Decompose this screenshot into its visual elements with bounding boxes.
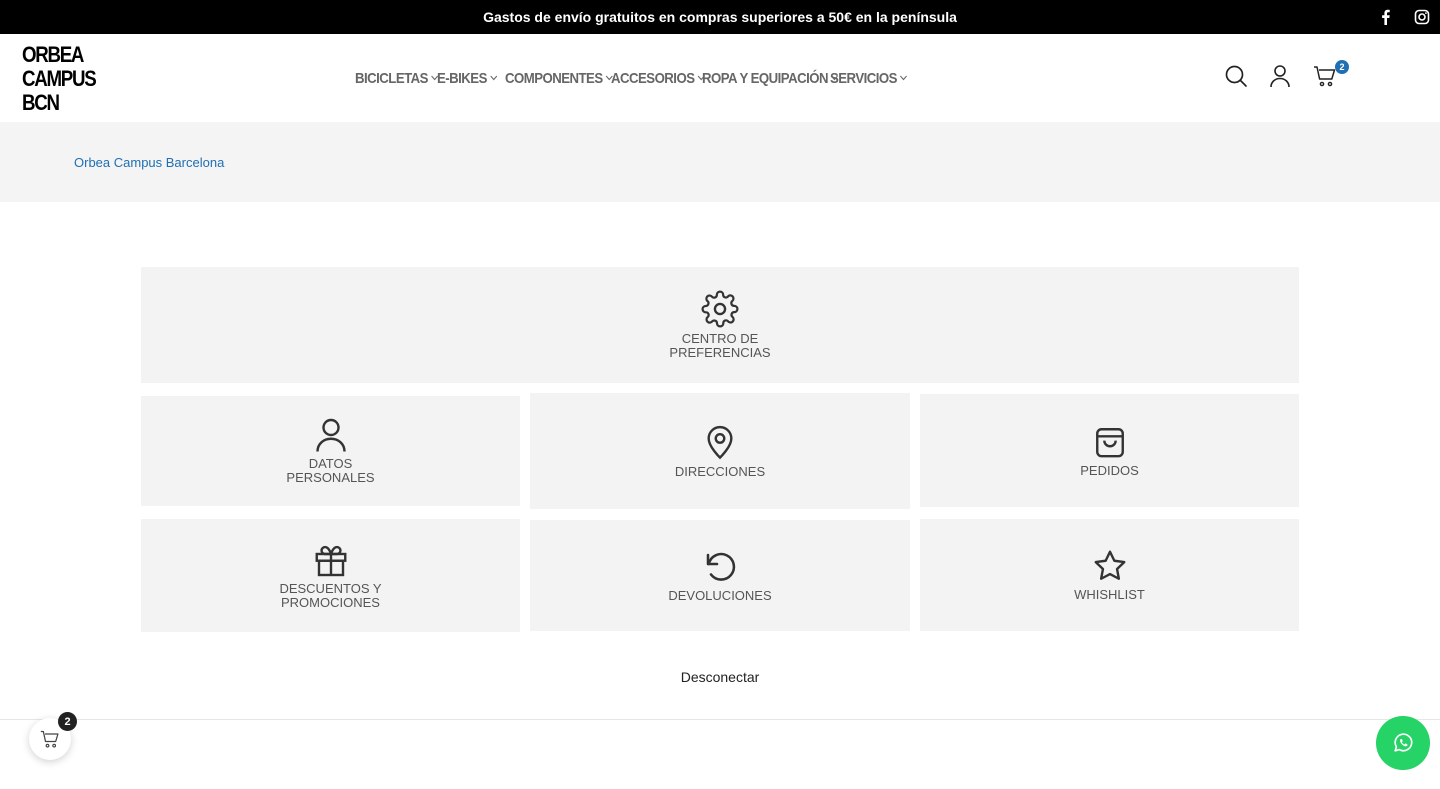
cart-icon [40,730,59,748]
breadcrumb-band: Orbea Campus Barcelona [0,122,1440,202]
nav-item-servicios[interactable]: SERVICIOS [830,70,907,87]
gear-icon [701,290,739,328]
cart-button[interactable] [1313,64,1337,93]
undo-icon [706,552,736,581]
preferences-tile[interactable]: CENTRO DE PREFERENCIAS [141,267,1299,383]
shopping-bag-icon [1095,427,1124,457]
floating-cart-count-badge: 2 [58,712,77,731]
cart-icon [1314,66,1336,87]
tile-label: CENTRO DE PREFERENCIAS [669,331,771,360]
instagram-link[interactable] [1414,0,1430,34]
user-icon [1270,65,1290,88]
nav-item-ropa-y-equipacion[interactable]: ROPA Y EQUIPACIÓN [702,70,839,87]
nav-item-e-bikes[interactable]: E-BIKES [437,70,497,87]
tile-label: DESCUENTOS Y PROMOCIONES [279,580,382,610]
nav-item-componentes[interactable]: COMPONENTES [505,70,613,87]
personal-data-tile[interactable]: DATOS PERSONALES [141,396,520,506]
nav-item-accesorios[interactable]: ACCESORIOS [611,70,705,87]
tile-label: DIRECCIONES [674,464,766,479]
site-header: ORBEA CAMPUS BCN BICICLETAS E-BIKES COMP… [0,34,1440,122]
nav-item-bicicletas[interactable]: BICICLETAS [355,70,438,87]
logout-link[interactable]: Desconectar [681,669,760,685]
returns-tile[interactable]: DEVOLUCIONES [530,520,910,631]
site-logo[interactable]: ORBEA CAMPUS BCN [22,42,97,115]
orders-tile[interactable]: PEDIDOS [920,394,1299,507]
cart-count-badge: 2 [1335,60,1349,74]
logo-line-3: BCN [22,90,60,115]
footer-divider [0,719,1440,720]
main-nav: BICICLETAS E-BIKES COMPONENTES ACCESORIO… [355,34,907,122]
logout-row: Desconectar [0,669,1440,685]
promo-topbar: Gastos de envío gratuitos en compras sup… [0,0,1440,34]
user-icon [315,418,346,452]
wishlist-tile[interactable]: WHISHLIST [920,519,1299,631]
facebook-link[interactable] [1378,0,1392,34]
tile-label: DATOS PERSONALES [286,456,375,485]
logo-line-1: ORBEA [22,42,84,67]
promo-message: Gastos de envío gratuitos en compras sup… [483,9,957,25]
gift-icon [315,545,346,576]
facebook-icon [1382,9,1390,25]
logo-line-2: CAMPUS [22,66,97,91]
map-pin-icon [707,426,733,460]
chevron-down-icon [900,75,908,81]
search-button[interactable] [1224,64,1248,93]
breadcrumb-link[interactable]: Orbea Campus Barcelona [74,155,224,170]
chevron-down-icon [489,75,497,81]
star-icon [1094,550,1125,580]
discounts-tile[interactable]: DESCUENTOS Y PROMOCIONES [141,519,520,632]
tile-label: DEVOLUCIONES [668,587,772,603]
addresses-tile[interactable]: DIRECCIONES [530,393,910,509]
instagram-icon [1414,9,1430,25]
whatsapp-icon [1394,733,1413,752]
tile-label: PEDIDOS [1080,462,1139,478]
search-icon [1225,65,1247,87]
whatsapp-button[interactable] [1376,716,1430,770]
tile-label: WHISHLIST [1074,587,1145,602]
account-button[interactable] [1269,64,1291,93]
